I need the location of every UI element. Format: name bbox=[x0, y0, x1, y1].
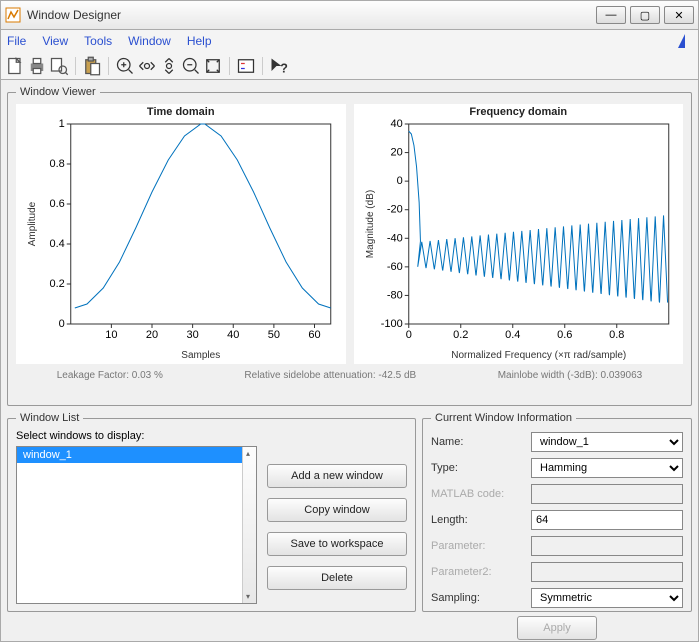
svg-text:Normalized Frequency (×π rad/: Normalized Frequency (×π rad/sample) bbox=[451, 350, 626, 361]
length-input[interactable] bbox=[531, 510, 683, 530]
svg-text:0.2: 0.2 bbox=[453, 329, 468, 341]
svg-text:20: 20 bbox=[390, 147, 402, 159]
zoom-in-icon[interactable] bbox=[115, 56, 135, 76]
whats-this-icon[interactable]: ? bbox=[269, 56, 289, 76]
add-window-button[interactable]: Add a new window bbox=[267, 464, 407, 488]
menu-view[interactable]: View bbox=[42, 34, 68, 48]
svg-text:-80: -80 bbox=[386, 289, 402, 301]
frequency-domain-chart: Frequency domain 0 0.2 0.4 0.6 0.8 -100 -80 -60… bbox=[354, 104, 684, 364]
leakage-label: Leakage Factor: 0.03 % bbox=[57, 370, 163, 381]
sidelobe-label: Relative sidelobe attenuation: -42.5 dB bbox=[244, 370, 416, 381]
paste-icon[interactable] bbox=[82, 56, 102, 76]
svg-text:10: 10 bbox=[105, 329, 117, 341]
svg-text:0.6: 0.6 bbox=[49, 198, 64, 210]
svg-text:0.6: 0.6 bbox=[557, 329, 572, 341]
window-title: Window Designer bbox=[27, 8, 592, 22]
new-icon[interactable] bbox=[5, 56, 25, 76]
svg-text:?: ? bbox=[280, 61, 288, 75]
svg-text:-100: -100 bbox=[380, 318, 402, 330]
svg-text:-60: -60 bbox=[386, 261, 402, 273]
chart-title: Time domain bbox=[16, 106, 346, 118]
svg-text:0.8: 0.8 bbox=[49, 158, 64, 170]
param2-input bbox=[531, 562, 683, 582]
close-button[interactable]: ✕ bbox=[664, 6, 694, 24]
toolbar: ? bbox=[0, 52, 699, 80]
menubar-help-icon[interactable] bbox=[678, 34, 692, 48]
windowlist-prompt: Select windows to display: bbox=[16, 430, 407, 442]
save-workspace-button[interactable]: Save to workspace bbox=[267, 532, 407, 556]
apply-button[interactable]: Apply bbox=[517, 616, 597, 640]
menubar: File View Tools Window Help bbox=[0, 30, 699, 52]
name-select[interactable]: window_1 bbox=[531, 432, 683, 452]
svg-text:0: 0 bbox=[396, 175, 402, 187]
titlebar: Window Designer — ▢ ✕ bbox=[0, 0, 699, 30]
scrollbar[interactable]: ▴ ▾ bbox=[242, 447, 256, 603]
svg-text:0.2: 0.2 bbox=[49, 278, 64, 290]
param-label: Parameter: bbox=[431, 540, 531, 552]
zoom-y-icon[interactable] bbox=[159, 56, 179, 76]
window-listbox[interactable]: window_1 bbox=[16, 446, 257, 604]
svg-text:40: 40 bbox=[390, 118, 402, 130]
svg-text:0.8: 0.8 bbox=[609, 329, 624, 341]
menu-help[interactable]: Help bbox=[187, 34, 212, 48]
name-label: Name: bbox=[431, 436, 531, 448]
maximize-button[interactable]: ▢ bbox=[630, 6, 660, 24]
legend-icon[interactable] bbox=[236, 56, 256, 76]
copy-window-button[interactable]: Copy window bbox=[267, 498, 407, 522]
svg-text:0.4: 0.4 bbox=[505, 329, 520, 341]
menu-file[interactable]: File bbox=[7, 34, 26, 48]
param-input bbox=[531, 536, 683, 556]
matlab-input bbox=[531, 484, 683, 504]
list-item[interactable]: window_1 bbox=[17, 447, 256, 463]
menu-tools[interactable]: Tools bbox=[84, 34, 112, 48]
svg-text:40: 40 bbox=[227, 329, 239, 341]
autoscale-icon[interactable] bbox=[203, 56, 223, 76]
print-preview-icon[interactable] bbox=[49, 56, 69, 76]
content-area: Window Viewer Time domain 10203040506000… bbox=[0, 80, 699, 642]
matlab-label: MATLAB code: bbox=[431, 488, 531, 500]
type-select[interactable]: Hamming bbox=[531, 458, 683, 478]
param2-label: Parameter2: bbox=[431, 566, 531, 578]
menu-window[interactable]: Window bbox=[128, 34, 171, 48]
viewer-status: Leakage Factor: 0.03 % Relative sidelobe… bbox=[16, 370, 683, 381]
length-label: Length: bbox=[431, 514, 531, 526]
svg-text:-20: -20 bbox=[386, 204, 402, 216]
svg-text:Magnitude (dB): Magnitude (dB) bbox=[364, 190, 375, 258]
type-label: Type: bbox=[431, 462, 531, 474]
svg-text:20: 20 bbox=[146, 329, 158, 341]
svg-text:-40: -40 bbox=[386, 232, 402, 244]
print-icon[interactable] bbox=[27, 56, 47, 76]
mainlobe-label: Mainlobe width (-3dB): 0.039063 bbox=[498, 370, 643, 381]
windowlist-legend: Window List bbox=[16, 412, 83, 424]
app-icon bbox=[5, 7, 21, 23]
sampling-label: Sampling: bbox=[431, 592, 531, 604]
minimize-button[interactable]: — bbox=[596, 6, 626, 24]
svg-text:1: 1 bbox=[59, 118, 65, 130]
svg-text:60: 60 bbox=[308, 329, 320, 341]
chart-title: Frequency domain bbox=[354, 106, 684, 118]
viewer-legend: Window Viewer bbox=[16, 86, 100, 98]
current-window-info-panel: Current Window Information Name: window_… bbox=[422, 412, 692, 612]
window-list-panel: Window List Select windows to display: w… bbox=[7, 412, 416, 612]
svg-text:0.4: 0.4 bbox=[49, 238, 64, 250]
info-legend: Current Window Information bbox=[431, 412, 576, 424]
svg-text:30: 30 bbox=[187, 329, 199, 341]
svg-text:0: 0 bbox=[405, 329, 411, 341]
svg-text:0: 0 bbox=[59, 318, 65, 330]
time-domain-chart: Time domain 10 20 30 40 50 60 0 0.2 0.4 0.6 0.8 1 Sa… bbox=[16, 104, 346, 364]
svg-text:50: 50 bbox=[268, 329, 280, 341]
zoom-x-icon[interactable] bbox=[137, 56, 157, 76]
sampling-select[interactable]: Symmetric bbox=[531, 588, 683, 608]
delete-window-button[interactable]: Delete bbox=[267, 566, 407, 590]
svg-text:Samples: Samples bbox=[181, 350, 220, 361]
window-viewer-panel: Window Viewer Time domain 10203040506000… bbox=[7, 86, 692, 406]
zoom-out-icon[interactable] bbox=[181, 56, 201, 76]
svg-text:Amplitude: Amplitude bbox=[27, 201, 38, 246]
